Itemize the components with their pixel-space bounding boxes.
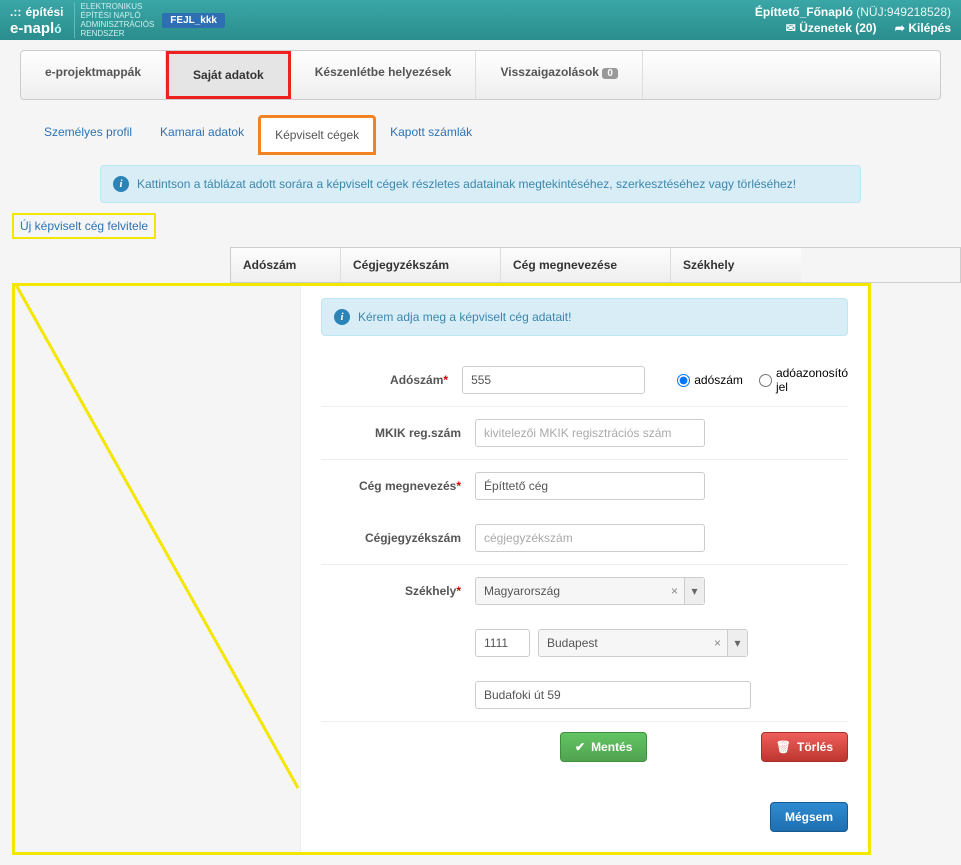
subtab-kamarai[interactable]: Kamarai adatok [146,115,258,155]
clear-icon[interactable]: × [665,584,684,598]
th-cegjegyzekszam[interactable]: Cégjegyzékszám [341,248,501,282]
env-badge: FEJL_kkk [162,13,225,28]
count-badge: 0 [602,68,618,79]
tab-keszenletbe[interactable]: Készenlétbe helyezések [291,51,477,99]
user-nuj: (NÜJ:949218528) [856,5,951,19]
subtab-kapott-szamlak[interactable]: Kapott számlák [376,115,486,155]
delete-button[interactable]: 🗑Törlés [761,732,848,762]
input-zip[interactable] [475,629,530,657]
input-cegnev[interactable] [475,472,705,500]
tab-eprojektmappak[interactable]: e-projektmappák [21,51,166,99]
label-adoszam: Adószám* [321,373,448,387]
cancel-button[interactable]: Mégsem [770,802,848,832]
select-country[interactable]: Magyarország × ▾ [475,577,705,605]
check-icon: ✔ [575,740,585,754]
radio-adoazonosito[interactable]: adóazonosító jel [759,366,848,394]
label-cegjegyzek: Cégjegyzékszám [321,531,461,545]
clear-icon[interactable]: × [708,636,727,650]
th-adoszam[interactable]: Adószám [231,248,341,282]
chevron-down-icon[interactable]: ▾ [684,578,704,604]
save-button[interactable]: ✔Mentés [560,732,647,762]
label-mkik: MKIK reg.szám [321,426,461,440]
brand-logo: .:: építési e-napló ELEKTRONIKUS ÉPÍTÉSI… [10,2,154,38]
company-table-header: Adószám Cégjegyzékszám Cég megnevezése S… [230,247,961,283]
info-icon: i [113,176,129,192]
input-adoszam[interactable] [462,366,645,394]
messages-link[interactable]: ✉ Üzenetek (20) [786,21,877,35]
label-cegnev: Cég megnevezés* [321,479,461,493]
main-tabs: e-projektmappák Saját adatok Készenlétbe… [20,50,941,100]
brand-subtitle: ELEKTRONIKUS ÉPÍTÉSI NAPLÓ ADMINISZTRÁCI… [74,2,155,38]
tab-visszaigazolasok[interactable]: Visszaigazolások 0 [476,51,642,99]
company-form: i Kérem adja meg a képviselt cég adatait… [300,286,868,852]
logout-link[interactable]: ➦ Kilépés [895,21,951,35]
th-szekhely[interactable]: Székhely [671,248,801,282]
input-mkik[interactable] [475,419,705,447]
tab-sajat-adatok[interactable]: Saját adatok [166,51,291,99]
chevron-down-icon[interactable]: ▾ [727,630,747,656]
info-alert-form: i Kérem adja meg a képviselt cég adatait… [321,298,848,336]
subtab-kepviselt-cegek[interactable]: Képviselt cégek [258,115,376,155]
top-header: .:: építési e-napló ELEKTRONIKUS ÉPÍTÉSI… [0,0,961,40]
info-icon: i [334,309,350,325]
input-cegjegyzek[interactable] [475,524,705,552]
th-cegnev[interactable]: Cég megnevezése [501,248,671,282]
form-highlight-box: i Kérem adja meg a képviselt cég adatait… [12,283,871,855]
sub-tabs: Személyes profil Kamarai adatok Képvisel… [0,100,961,155]
mail-icon: ✉ [786,21,796,35]
radio-adoszam[interactable]: adószám [677,373,743,387]
info-alert-table-hint: i Kattintson a táblázat adott sorára a k… [100,165,861,203]
user-name: Építtető_Főnapló [755,5,853,19]
label-szekhely: Székhely* [321,584,461,598]
input-street[interactable] [475,681,751,709]
share-icon: ➦ [895,21,905,35]
trash-icon: 🗑 [776,740,791,754]
select-city[interactable]: Budapest × ▾ [538,629,748,657]
subtab-szemelyes[interactable]: Személyes profil [30,115,146,155]
new-company-link[interactable]: Új képviselt cég felvitele [12,213,156,239]
